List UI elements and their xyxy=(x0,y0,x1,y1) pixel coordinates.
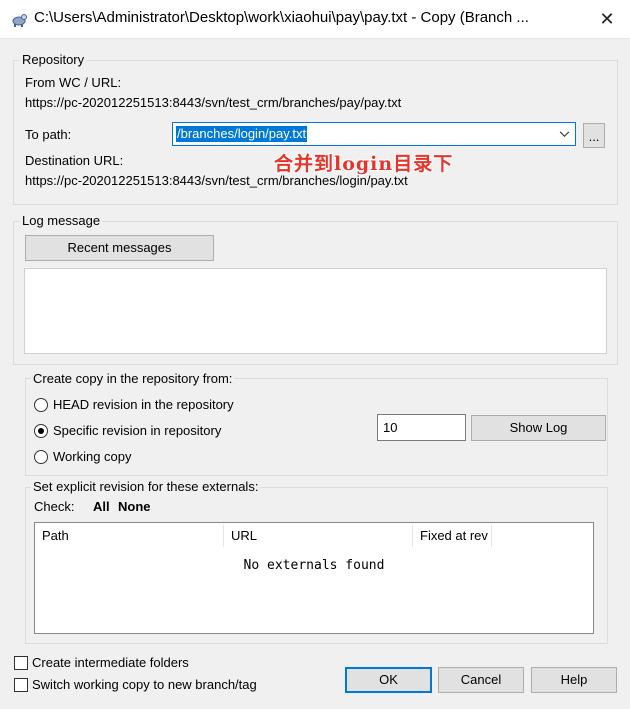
tortoisesvn-icon xyxy=(12,14,27,27)
chevron-down-icon[interactable] xyxy=(559,131,570,138)
recent-messages-button[interactable]: Recent messages xyxy=(25,235,214,261)
column-header-url[interactable]: URL xyxy=(224,525,413,547)
destination-url-label: Destination URL: xyxy=(25,153,124,168)
radio-head-circle[interactable] xyxy=(34,398,48,412)
log-message-group-title: Log message xyxy=(20,213,103,228)
revision-value[interactable]: 10 xyxy=(383,420,397,435)
destination-url-value: https://pc-202012251513:8443/svn/test_cr… xyxy=(25,173,408,188)
from-url-value: https://pc-202012251513:8443/svn/test_cr… xyxy=(25,95,402,110)
to-path-input[interactable]: /branches/login/pay.txt xyxy=(176,126,308,142)
radio-working-circle[interactable] xyxy=(34,450,48,464)
externals-list[interactable]: Path URL Fixed at rev No externals found xyxy=(34,522,594,634)
revision-input[interactable]: 10 xyxy=(377,414,466,441)
radio-working-label[interactable]: Working copy xyxy=(53,449,132,464)
title-bar: C:\Users\Administrator\Desktop\work\xiao… xyxy=(0,0,630,39)
radio-specific-circle[interactable] xyxy=(34,424,48,438)
repository-group-title: Repository xyxy=(20,52,87,67)
switch-working-copy-label[interactable]: Switch working copy to new branch/tag xyxy=(32,677,257,692)
close-button[interactable]: ✕ xyxy=(590,4,624,34)
create-folders-checkbox[interactable]: Create intermediate folders xyxy=(14,655,214,673)
radio-working-copy[interactable]: Working copy xyxy=(34,449,294,467)
radio-head-revision[interactable]: HEAD revision in the repository xyxy=(34,397,294,415)
window-title: C:\Users\Administrator\Desktop\work\xiao… xyxy=(34,9,529,26)
radio-head-label[interactable]: HEAD revision in the repository xyxy=(53,397,234,412)
column-header-fixed-rev[interactable]: Fixed at rev xyxy=(413,525,492,547)
create-folders-box[interactable] xyxy=(14,656,28,670)
to-path-label: To path: xyxy=(25,127,72,142)
cancel-button[interactable]: Cancel xyxy=(438,667,524,693)
to-path-combobox[interactable]: /branches/login/pay.txt xyxy=(172,122,576,146)
ok-button[interactable]: OK xyxy=(345,667,432,693)
show-log-button[interactable]: Show Log xyxy=(471,415,606,441)
help-button[interactable]: Help xyxy=(531,667,617,693)
radio-specific-label[interactable]: Specific revision in repository xyxy=(53,423,221,438)
check-none-link[interactable]: None xyxy=(118,499,151,514)
from-wc-label: From WC / URL: xyxy=(25,75,122,90)
column-header-path[interactable]: Path xyxy=(35,525,224,547)
annotation-text: 合并到login目录下 xyxy=(274,153,454,175)
log-message-textarea[interactable] xyxy=(24,268,607,354)
create-folders-label[interactable]: Create intermediate folders xyxy=(32,655,189,670)
copy-from-group-title: Create copy in the repository from: xyxy=(31,371,235,386)
empty-list-message: No externals found xyxy=(243,558,385,573)
check-all-link[interactable]: All xyxy=(93,499,110,514)
radio-specific-revision[interactable]: Specific revision in repository xyxy=(34,423,294,441)
switch-working-copy-box[interactable] xyxy=(14,678,28,692)
check-label: Check: xyxy=(34,499,75,514)
switch-working-copy-checkbox[interactable]: Switch working copy to new branch/tag xyxy=(14,677,274,695)
browse-button[interactable]: ... xyxy=(583,123,605,148)
externals-group-title: Set explicit revision for these external… xyxy=(31,479,261,494)
